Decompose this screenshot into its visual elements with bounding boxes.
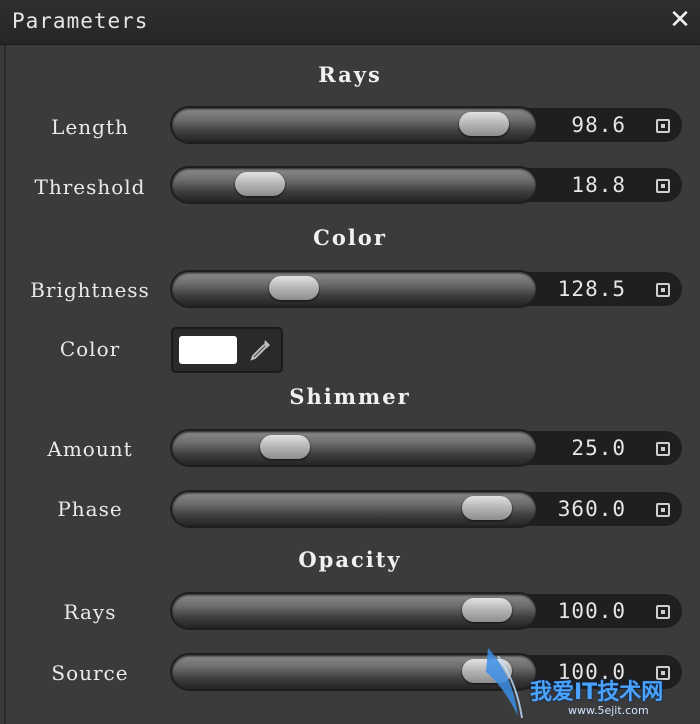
keyframe-icon[interactable]	[656, 179, 670, 193]
rays-opacity-slider[interactable]: 100.0	[172, 592, 692, 632]
slider-track[interactable]	[172, 431, 536, 465]
rays-opacity-label: Rays	[63, 600, 117, 624]
amount-value-box[interactable]: 25.0	[522, 431, 682, 465]
keyframe-icon[interactable]	[656, 503, 670, 517]
length-value[interactable]: 98.6	[571, 113, 626, 137]
window-title: Parameters	[12, 9, 149, 33]
threshold-label: Threshold	[34, 175, 146, 199]
color-label: Color	[59, 337, 121, 361]
slider-knob[interactable]	[458, 112, 509, 136]
source-opacity-label: Source	[51, 661, 129, 685]
slider-knob[interactable]	[461, 496, 512, 520]
slider-knob[interactable]	[461, 598, 512, 622]
amount-value[interactable]: 25.0	[571, 436, 626, 460]
color-swatch[interactable]	[179, 336, 237, 364]
section-header-opacity: Opacity	[298, 547, 402, 572]
watermark-url: www.5ejit.com	[568, 704, 649, 717]
title-bar: Parameters ✕	[0, 0, 700, 45]
keyframe-icon[interactable]	[656, 283, 670, 297]
slider-track[interactable]	[172, 272, 536, 306]
slider-knob[interactable]	[235, 172, 286, 196]
length-slider[interactable]: 98.6	[172, 106, 692, 146]
eyedropper-icon[interactable]	[245, 335, 275, 365]
slider-knob[interactable]	[268, 276, 319, 300]
amount-label: Amount	[47, 437, 133, 461]
length-value-box[interactable]: 98.6	[522, 108, 682, 142]
keyframe-icon[interactable]	[656, 605, 670, 619]
rays-opacity-value[interactable]: 100.0	[558, 599, 626, 623]
amount-slider[interactable]: 25.0	[172, 429, 692, 469]
phase-value-box[interactable]: 360.0	[522, 492, 682, 526]
rays-opacity-value-box[interactable]: 100.0	[522, 594, 682, 628]
keyframe-icon[interactable]	[656, 119, 670, 133]
brightness-value-box[interactable]: 128.5	[522, 272, 682, 306]
threshold-value-box[interactable]: 18.8	[522, 168, 682, 202]
brightness-slider[interactable]: 128.5	[172, 270, 692, 310]
phase-slider[interactable]: 360.0	[172, 490, 692, 530]
brightness-label: Brightness	[30, 278, 150, 302]
close-icon[interactable]: ✕	[666, 6, 694, 34]
length-label: Length	[51, 115, 129, 139]
section-header-rays: Rays	[318, 62, 382, 87]
color-picker[interactable]	[171, 327, 283, 373]
watermark-logo: 我爱IT技术网 www.5ejit.com	[484, 646, 700, 724]
phase-label: Phase	[57, 497, 123, 521]
section-header-color: Color	[313, 225, 387, 250]
threshold-slider[interactable]: 18.8	[172, 166, 692, 206]
watermark-text: 我爱IT技术网	[530, 680, 664, 705]
brightness-value[interactable]: 128.5	[558, 277, 626, 301]
section-header-shimmer: Shimmer	[289, 384, 411, 409]
phase-value[interactable]: 360.0	[558, 497, 626, 521]
threshold-value[interactable]: 18.8	[571, 173, 626, 197]
slider-knob[interactable]	[259, 435, 310, 459]
keyframe-icon[interactable]	[656, 442, 670, 456]
slider-track[interactable]	[172, 168, 536, 202]
